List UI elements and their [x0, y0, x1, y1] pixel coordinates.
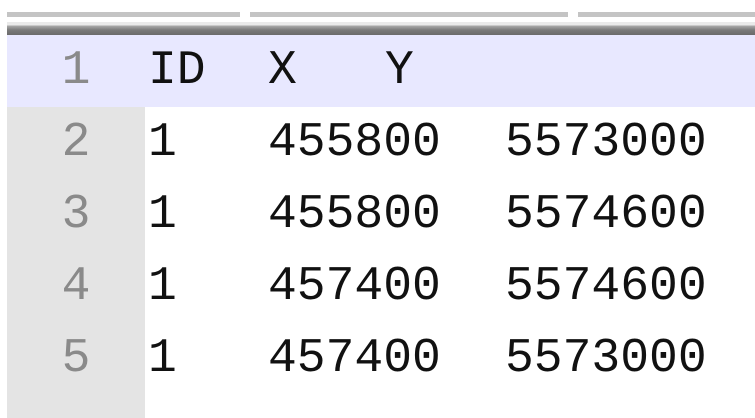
editor-line[interactable]: 5 1 457400 5573000	[7, 323, 755, 395]
line-number: 5	[61, 332, 91, 386]
cell-text: 457400	[268, 260, 441, 314]
editor-line[interactable]: 2 1 455800 5573000	[7, 107, 755, 179]
cell-text: 1	[148, 188, 177, 242]
cell-text: 5573000	[505, 116, 707, 170]
line-number: 2	[61, 116, 91, 170]
cell-text: 1	[148, 116, 177, 170]
toolbar-strip	[578, 12, 755, 17]
line-number: 1	[61, 44, 91, 98]
toolbar-strip	[250, 12, 568, 17]
cell-text: 1	[148, 260, 177, 314]
cell-text: 5574600	[505, 260, 707, 314]
editor-line[interactable]: 3 1 455800 5574600	[7, 179, 755, 251]
cell-text: Y	[385, 44, 414, 98]
cell-text: 5573000	[505, 332, 707, 386]
editor-line[interactable]: 1 ID X Y	[7, 35, 755, 107]
cell-text: ID	[148, 44, 206, 98]
editor-line[interactable]: 4 1 457400 5574600	[7, 251, 755, 323]
tab-bar	[7, 22, 755, 35]
cell-text: 5574600	[505, 188, 707, 242]
line-number: 4	[61, 260, 91, 314]
toolbar-strip	[7, 12, 240, 17]
line-number: 3	[61, 188, 91, 242]
cell-text: 455800	[268, 116, 441, 170]
cell-text: 455800	[268, 188, 441, 242]
cell-text: 457400	[268, 332, 441, 386]
cell-text: 1	[148, 332, 177, 386]
cell-text: X	[268, 44, 297, 98]
